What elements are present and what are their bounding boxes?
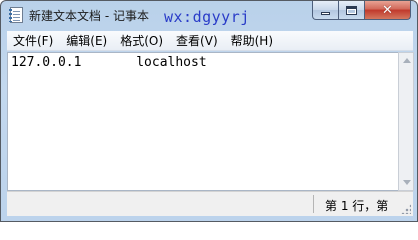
window-title: 新建文本文档 - 记事本 (29, 9, 149, 23)
menu-file[interactable]: 文件(F) (13, 32, 53, 49)
editor-content[interactable]: 127.0.0.1 localhost (11, 55, 207, 71)
title-bar[interactable]: 新建文本文档 - 记事本 wx:dgyyrj ✕ (1, 1, 417, 31)
maximize-button[interactable] (339, 1, 365, 20)
menu-edit[interactable]: 编辑(E) (66, 32, 107, 49)
resize-grip-icon[interactable] (401, 204, 411, 214)
maximize-icon (346, 5, 357, 15)
close-button[interactable]: ✕ (365, 1, 411, 20)
close-icon: ✕ (382, 2, 393, 18)
text-editor[interactable]: 127.0.0.1 localhost (7, 52, 398, 191)
menu-view[interactable]: 查看(V) (176, 32, 218, 49)
notepad-window: 新建文本文档 - 记事本 wx:dgyyrj ✕ 文件(F) 编辑(E) 格式(… (0, 0, 418, 222)
notepad-icon[interactable] (9, 7, 23, 23)
scroll-up-icon[interactable] (403, 58, 411, 63)
minimize-button[interactable] (312, 1, 339, 20)
watermark-text: wx:dgyyrj (164, 8, 250, 26)
menu-format[interactable]: 格式(O) (120, 32, 163, 49)
scroll-down-icon[interactable] (403, 180, 411, 185)
vertical-scrollbar[interactable] (398, 52, 414, 191)
status-divider (313, 195, 314, 213)
minimize-icon (321, 11, 330, 15)
cursor-position: 第 1 行，第 (325, 199, 389, 213)
status-bar: 第 1 行，第 (7, 191, 413, 216)
menu-help[interactable]: 帮助(H) (231, 32, 273, 49)
menu-bar: 文件(F) 编辑(E) 格式(O) 查看(V) 帮助(H) (7, 31, 413, 51)
